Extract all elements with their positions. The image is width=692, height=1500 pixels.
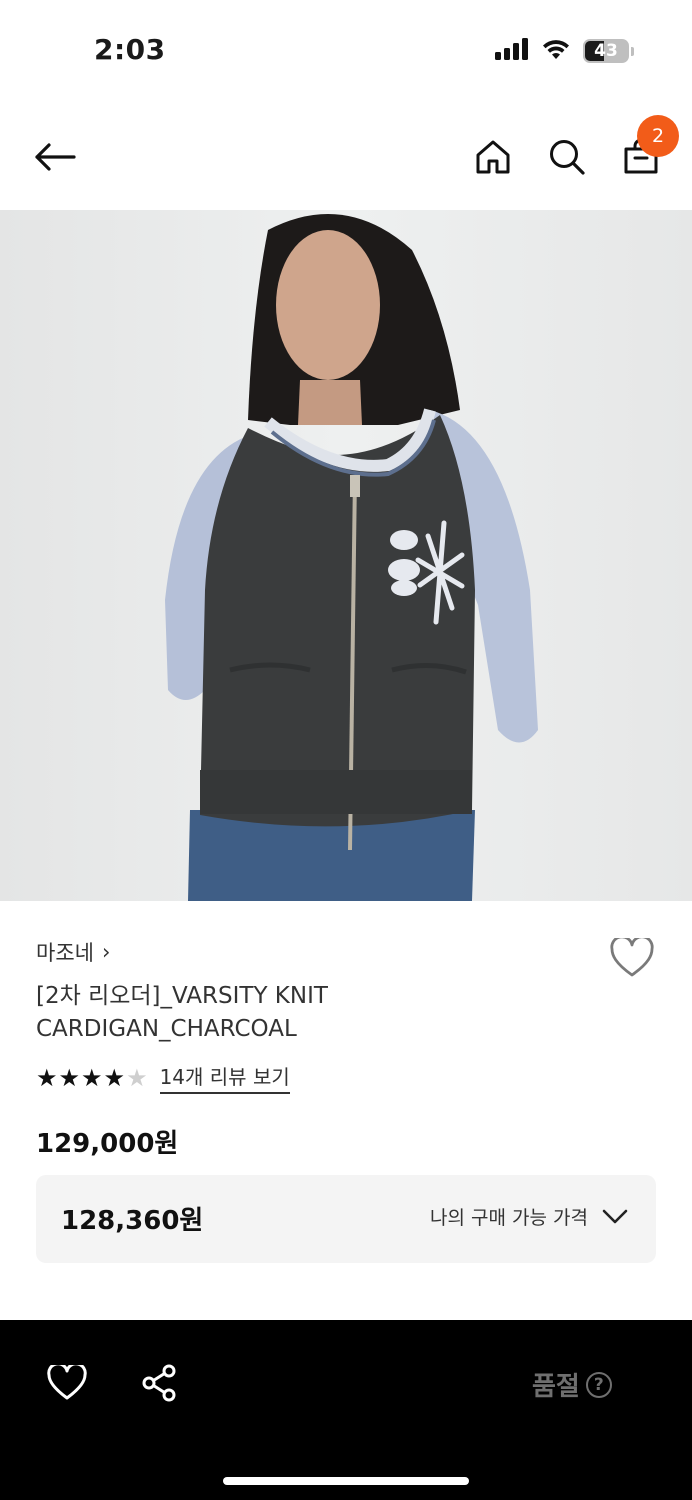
cart-count-badge: 2 xyxy=(637,115,679,157)
help-icon[interactable]: ? xyxy=(585,1371,612,1398)
my-price-dropdown[interactable]: 128,360원 나의 구매 가능 가격 xyxy=(36,1175,656,1263)
search-icon xyxy=(550,140,585,175)
star-filled-icon: ★ xyxy=(103,1063,126,1092)
search-button[interactable] xyxy=(545,134,589,180)
home-button[interactable] xyxy=(471,134,515,180)
back-button[interactable] xyxy=(30,134,80,180)
sold-out-status: 품절 ? xyxy=(532,1366,612,1403)
reviews-link[interactable]: 14개 리뷰 보기 xyxy=(159,1061,290,1094)
sold-out-label: 품절 xyxy=(532,1372,580,1402)
chevron-down-icon xyxy=(602,1209,628,1223)
rating-row: ★ ★ ★ ★ ★ 14개 리뷰 보기 xyxy=(36,1061,290,1094)
product-title: [2차 리오더]_VARSITY KNIT CARDIGAN_CHARCOAL xyxy=(36,983,328,1042)
heart-icon xyxy=(610,938,654,977)
star-filled-icon: ★ xyxy=(36,1063,58,1092)
my-price-value: 128,360원 xyxy=(61,1206,204,1236)
heart-icon xyxy=(47,1365,87,1400)
cellular-signal-icon xyxy=(495,38,529,64)
wishlist-button[interactable] xyxy=(608,934,656,982)
bottom-wishlist-button[interactable] xyxy=(44,1360,90,1406)
share-button[interactable] xyxy=(136,1360,182,1406)
star-filled-icon: ★ xyxy=(58,1063,81,1092)
rating-stars: ★ ★ ★ ★ ★ xyxy=(36,1064,148,1092)
bottom-action-bar: 품절 ? xyxy=(0,1320,692,1500)
chevron-right-icon: › xyxy=(101,940,111,964)
brand-name: 마조네 xyxy=(36,941,94,965)
star-empty-icon: ★ xyxy=(126,1063,148,1092)
wifi-icon xyxy=(541,38,571,64)
header-toolbar xyxy=(0,100,692,210)
home-indicator xyxy=(223,1477,469,1485)
brand-link[interactable]: 마조네 › xyxy=(36,937,110,967)
status-bar: 2:03 43 xyxy=(0,0,692,100)
status-time: 2:03 xyxy=(94,33,166,66)
product-photo xyxy=(0,210,692,901)
star-filled-icon: ★ xyxy=(81,1063,103,1092)
price: 129,000원 xyxy=(36,1129,179,1159)
battery-icon: 43 xyxy=(583,39,629,63)
back-arrow-icon xyxy=(35,143,76,171)
home-icon xyxy=(476,140,510,174)
status-icons: 43 xyxy=(495,38,634,64)
my-price-label: 나의 구매 가능 가격 xyxy=(430,1207,588,1229)
share-icon xyxy=(142,1364,176,1402)
my-price-toggle[interactable]: 나의 구매 가능 가격 xyxy=(430,1203,628,1230)
battery-level: 43 xyxy=(594,41,618,61)
product-image[interactable] xyxy=(0,210,692,901)
